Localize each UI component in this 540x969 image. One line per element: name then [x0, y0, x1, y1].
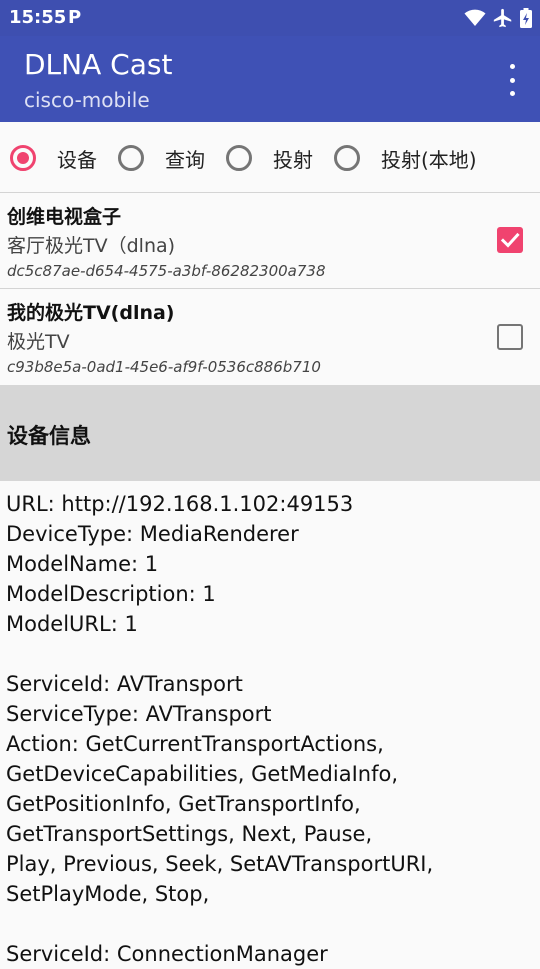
radio-label-query: 查询: [165, 147, 205, 172]
device-list-item[interactable]: 我的极光TV(dlna) 极光TV c93b8e5a-0ad1-45e6-af9…: [0, 289, 540, 384]
device-info-line: ModelName: 1: [6, 552, 159, 576]
radio-button[interactable]: [226, 145, 252, 171]
device-info-line: Action: GetCurrentTransportActions,: [6, 732, 384, 756]
device-info-line: GetDeviceCapabilities, GetMediaInfo,: [6, 762, 399, 786]
device-checkbox[interactable]: [497, 324, 523, 350]
device-uuid: c93b8e5a-0ad1-45e6-af9f-0536c886b710: [7, 358, 321, 376]
mode-radio-group: 设备 查询 投射 投射(本地): [0, 122, 540, 192]
device-info-line: ServiceId: AVTransport: [6, 672, 243, 696]
radio-button[interactable]: [118, 145, 144, 171]
status-bar: 15:55 P: [0, 0, 540, 36]
device-info-text: URL: http://192.168.1.102:49153 DeviceTyp…: [6, 489, 536, 969]
device-info-line: [6, 909, 536, 939]
more-options-icon[interactable]: [504, 64, 520, 96]
radio-label-cast-local: 投射(本地): [381, 147, 477, 172]
radio-cast-local[interactable]: 投射(本地): [334, 142, 477, 174]
wifi-icon: [464, 9, 486, 26]
parking-notification-icon: P: [68, 7, 82, 28]
device-uuid: dc5c87ae-d654-4575-a3bf-86282300a738: [7, 262, 326, 280]
checkmark-icon: [500, 232, 520, 248]
device-list-item[interactable]: 创维电视盒子 客厅极光TV（dlna) dc5c87ae-d654-4575-a…: [0, 193, 540, 288]
app-title: DLNA Cast: [24, 48, 173, 81]
status-time: 15:55: [9, 7, 67, 28]
device-info-header: 设备信息: [0, 385, 540, 481]
device-info-line: [6, 639, 536, 669]
radio-label-device: 设备: [57, 147, 97, 172]
device-info-line: GetPositionInfo, GetTransportInfo,: [6, 792, 361, 816]
status-icons: [464, 6, 532, 30]
device-info-line: ServiceId: ConnectionManager: [6, 942, 328, 966]
device-name: 创维电视盒子: [7, 206, 122, 228]
radio-button[interactable]: [334, 145, 360, 171]
device-model: 客厅极光TV（dlna): [7, 235, 176, 257]
device-model: 极光TV: [7, 331, 70, 353]
battery-charging-icon: [520, 8, 532, 28]
radio-device[interactable]: 设备: [10, 142, 97, 174]
device-checkbox[interactable]: [497, 227, 523, 253]
device-info-line: ModelDescription: 1: [6, 582, 216, 606]
device-info-line: ModelURL: 1: [6, 612, 138, 636]
airplane-mode-icon: [493, 8, 512, 28]
radio-label-cast: 投射: [273, 147, 313, 172]
radio-button[interactable]: [10, 145, 36, 171]
device-info-title: 设备信息: [7, 424, 91, 448]
device-info-line: SetPlayMode, Stop,: [6, 882, 210, 906]
device-info-line: GetTransportSettings, Next, Pause,: [6, 822, 373, 846]
radio-query[interactable]: 查询: [118, 142, 205, 174]
app-bar: DLNA Cast cisco-mobile: [0, 36, 540, 122]
device-info-line: DeviceType: MediaRenderer: [6, 522, 299, 546]
radio-cast[interactable]: 投射: [226, 142, 313, 174]
device-info-line: ServiceType: AVTransport: [6, 702, 272, 726]
device-name: 我的极光TV(dlna): [7, 302, 175, 324]
app-subtitle: cisco-mobile: [24, 88, 150, 112]
device-info-line: URL: http://192.168.1.102:49153: [6, 492, 354, 516]
device-info-line: Play, Previous, Seek, SetAVTransportURI,: [6, 852, 434, 876]
